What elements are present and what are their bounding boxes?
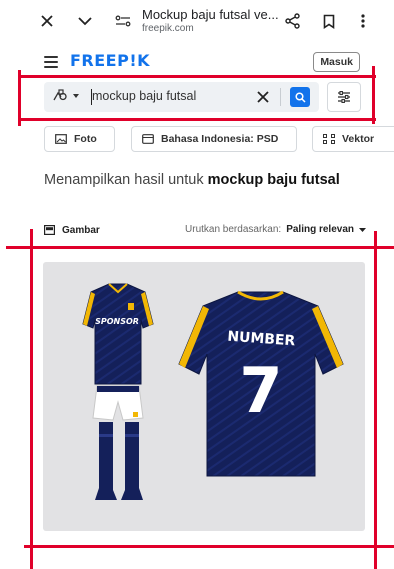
chip-foto[interactable]: Foto	[44, 126, 115, 152]
freepik-logo[interactable]: FREEP!K	[70, 51, 150, 70]
annotation-line	[24, 545, 394, 548]
filter-chips: Foto Bahasa Indonesia: PSD Vektor	[44, 126, 394, 154]
section-label: Gambar	[62, 224, 100, 236]
jersey-mockup-image: SPONSOR NUMBER 7	[82, 283, 344, 500]
jersey-number-text: 7	[239, 354, 282, 427]
results-heading: Menampilkan hasil untuk mockup baju futs…	[44, 173, 354, 188]
bookmark-icon[interactable]	[316, 8, 342, 34]
annotation-line	[18, 75, 376, 78]
sort-prefix: Urutkan berdasarkan:	[185, 224, 282, 235]
page-title: Mockup baju futsal ve...	[142, 7, 279, 22]
browser-toolbar: Mockup baju futsal ve... freepik.com	[0, 0, 394, 42]
site-settings-icon[interactable]	[110, 8, 136, 34]
more-vert-icon[interactable]	[350, 8, 376, 34]
chip-psd[interactable]: Bahasa Indonesia: PSD	[131, 126, 297, 152]
annotation-line	[30, 229, 33, 569]
divider	[280, 88, 281, 106]
url-host: freepik.com	[142, 23, 194, 34]
search-button[interactable]	[290, 87, 310, 107]
chip-label: Vektor	[342, 133, 375, 145]
results-query: mockup baju futsal	[207, 172, 340, 188]
sort-dropdown[interactable]: Urutkan berdasarkan: Paling relevan	[185, 224, 366, 235]
chevron-down-icon[interactable]	[72, 8, 98, 34]
chip-vektor[interactable]: Vektor	[312, 126, 394, 152]
section-title: Gambar	[44, 225, 100, 236]
asset-type-icon	[53, 89, 67, 101]
filter-settings-button[interactable]	[327, 82, 361, 112]
login-button[interactable]: Masuk	[313, 52, 360, 72]
chip-label: Bahasa Indonesia: PSD	[161, 133, 279, 145]
sliders-icon	[338, 91, 350, 103]
sponsor-text: SPONSOR	[95, 317, 139, 326]
search-icon	[294, 91, 306, 103]
annotation-line	[18, 118, 376, 121]
sort-value: Paling relevan	[286, 224, 354, 235]
site-header: FREEP!K Masuk	[0, 48, 394, 76]
clear-search-icon[interactable]	[257, 90, 271, 104]
psd-file-icon	[142, 134, 154, 144]
search-bar	[44, 82, 319, 112]
menu-icon[interactable]	[44, 56, 58, 68]
annotation-line	[372, 66, 375, 124]
address-bar[interactable]: Mockup baju futsal ve... freepik.com	[142, 7, 292, 34]
asset-type-dropdown[interactable]	[52, 89, 79, 102]
share-icon[interactable]	[280, 8, 306, 34]
annotation-line	[6, 246, 394, 249]
result-image-card[interactable]: SPONSOR NUMBER 7	[43, 262, 365, 531]
caret-down-icon	[73, 93, 79, 98]
photo-icon	[55, 134, 67, 144]
search-input[interactable]	[92, 89, 242, 103]
section-bar: Gambar Urutkan berdasarkan: Paling relev…	[44, 222, 366, 238]
results-prefix: Menampilkan hasil untuk	[44, 172, 208, 188]
caret-down-icon	[359, 227, 366, 232]
image-gallery-icon	[44, 225, 55, 235]
vector-icon	[323, 134, 335, 144]
close-icon[interactable]	[34, 8, 60, 34]
annotation-line	[374, 231, 377, 569]
chip-label: Foto	[74, 133, 97, 145]
